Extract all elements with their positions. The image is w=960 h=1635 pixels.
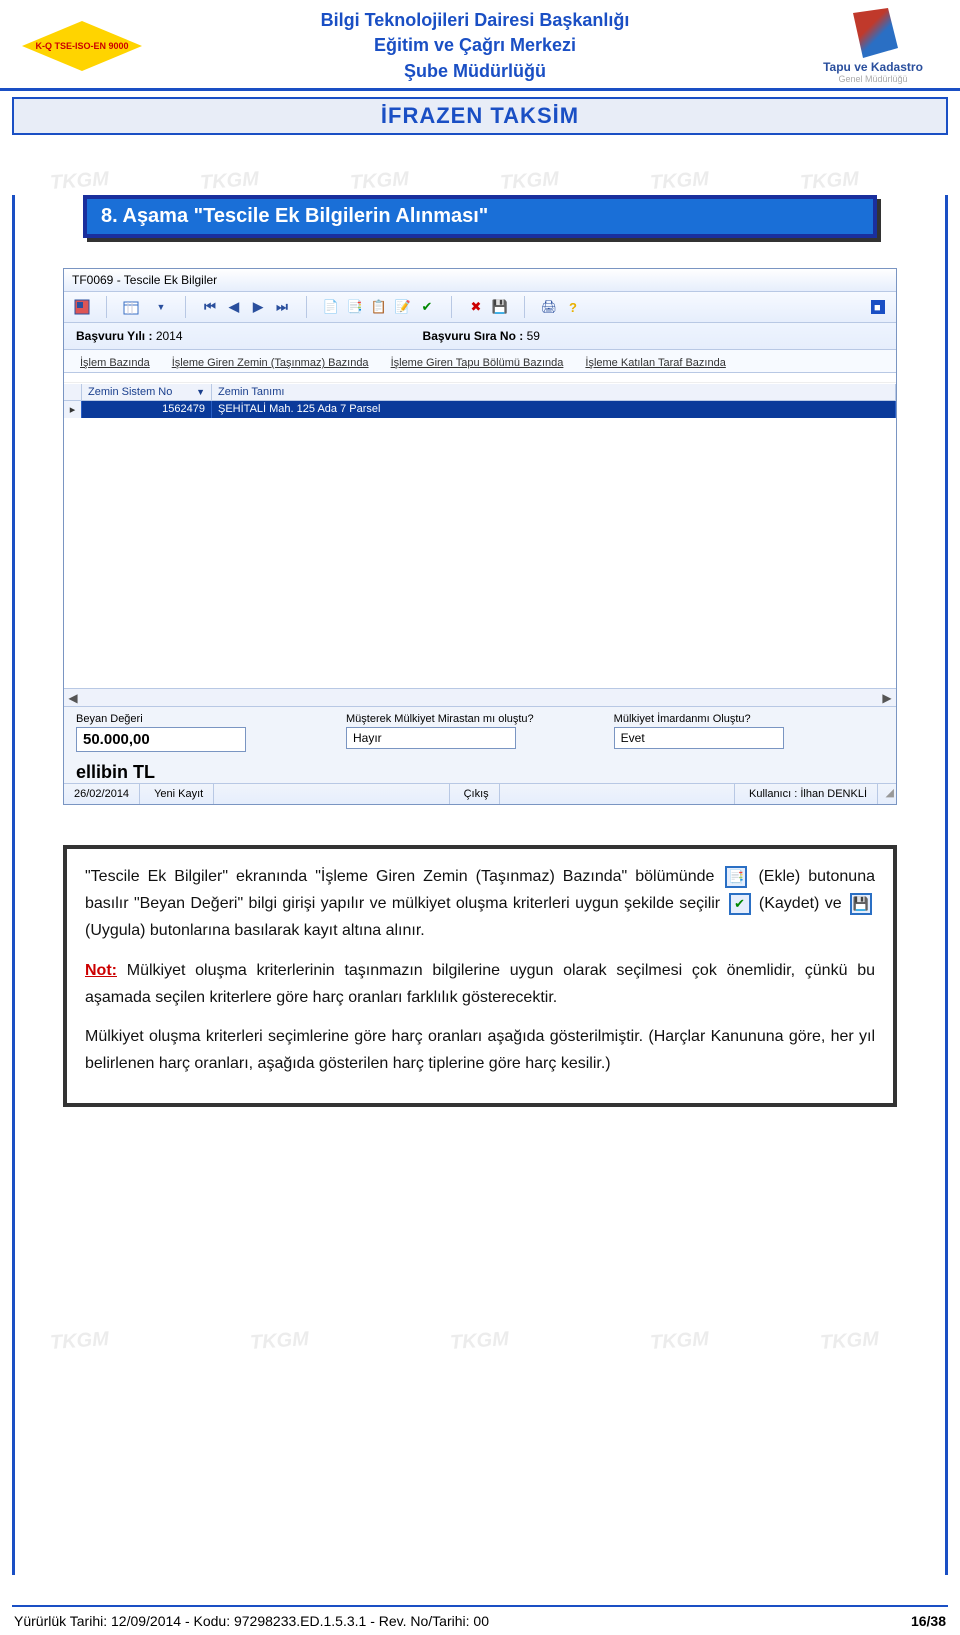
- svg-text:■: ■: [874, 302, 881, 314]
- logo-left: K-Q TSE-ISO-EN 9000: [12, 16, 152, 76]
- sira-value: 59: [527, 329, 540, 343]
- header-line3: Şube Müdürlüğü: [152, 59, 798, 84]
- app-toolbar: ▼ ⏮ ◀ ▶ ⏭ 📄 📑 📋 📝 ✔ ✖ 💾: [64, 292, 896, 323]
- add-icon[interactable]: 📑: [345, 297, 365, 317]
- musterek-label: Müşterek Mülkiyet Mirastan mı oluştu?: [346, 713, 534, 725]
- tab-tapu[interactable]: İşleme Giren Tapu Bölümü Bazında: [385, 354, 570, 372]
- row-indicator-icon: ▸: [64, 401, 82, 418]
- delete-icon[interactable]: ✖: [466, 297, 486, 317]
- status-mode: Yeni Kayıt: [144, 784, 214, 804]
- calendar-icon[interactable]: [121, 297, 141, 317]
- inline-add-icon: 📑: [725, 866, 747, 888]
- copy-icon[interactable]: 📋: [369, 297, 389, 317]
- header-line2: Eğitim ve Çağrı Merkezi: [152, 33, 798, 58]
- header-line1: Bilgi Teknolojileri Dairesi Başkanlığı: [152, 8, 798, 33]
- apply-icon[interactable]: ✔: [417, 297, 437, 317]
- col-sistem-no[interactable]: Zemin Sistem No▼: [82, 384, 212, 400]
- watermark: TKGM: [649, 168, 709, 195]
- help-icon[interactable]: ?: [563, 297, 583, 317]
- instr-p1d: (Uygula) butonlarına basılarak kayıt alt…: [85, 922, 425, 939]
- status-date: 26/02/2014: [64, 784, 140, 804]
- doc-header: K-Q TSE-ISO-EN 9000 Bilgi Teknolojileri …: [0, 0, 960, 91]
- iso-logo: K-Q TSE-ISO-EN 9000: [22, 21, 142, 71]
- app-info-bar: Başvuru Yılı : 2014 Başvuru Sıra No : 59: [64, 323, 896, 350]
- footer: Yürürlük Tarihi: 12/09/2014 - Kodu: 9729…: [12, 1605, 948, 1635]
- beyan-input[interactable]: [76, 727, 246, 752]
- scroll-left-icon[interactable]: ◀: [64, 691, 82, 705]
- app-window-title: TF0069 - Tescile Ek Bilgiler: [64, 269, 896, 292]
- edit-group: 📄 📑 📋 📝 ✔: [321, 297, 437, 317]
- watermark: TKGM: [349, 168, 409, 195]
- watermark: TKGM: [799, 168, 859, 195]
- stage-title: 8. Aşama "Tescile Ek Bilgilerin Alınması…: [83, 195, 877, 238]
- inline-apply-icon: ✔: [729, 893, 751, 915]
- nav-last-icon[interactable]: ⏭: [272, 297, 292, 317]
- instr-p2: Mülkiyet oluşma kriterlerinin taşınmazın…: [85, 962, 875, 1006]
- logo-right-title: Tapu ve Kadastro: [798, 60, 948, 74]
- close-panel-icon[interactable]: ■: [868, 297, 888, 317]
- bottom-fields: Beyan Değeri Müşterek Mülkiyet Mirastan …: [64, 707, 896, 758]
- grid: Zemin Sistem No▼ Zemin Tanımı ▸ 1562479 …: [64, 373, 896, 707]
- instr-p1a: "Tescile Ek Bilgiler" ekranında "İşleme …: [85, 868, 714, 885]
- app-window: TF0069 - Tescile Ek Bilgiler ▼ ⏮ ◀ ▶ ⏭ 📄…: [63, 268, 897, 805]
- yil-value: 2014: [156, 329, 183, 343]
- scroll-right-icon[interactable]: ▶: [878, 691, 896, 705]
- page-number: 16/38: [911, 1613, 946, 1629]
- tab-taraf[interactable]: İşleme Katılan Taraf Bazında: [579, 354, 731, 372]
- sira-label: Başvuru Sıra No :: [423, 329, 524, 343]
- status-exit[interactable]: Çıkış: [454, 784, 500, 804]
- print-icon[interactable]: 🖨: [539, 297, 559, 317]
- h-scrollbar[interactable]: ◀ ▶: [64, 688, 896, 706]
- nav-prev-icon[interactable]: ◀: [224, 297, 244, 317]
- instr-p3: Mülkiyet oluşma kriterleri seçimlerine g…: [85, 1023, 875, 1077]
- nav-next-icon[interactable]: ▶: [248, 297, 268, 317]
- footer-left: Yürürlük Tarihi: 12/09/2014 - Kodu: 9729…: [14, 1613, 489, 1629]
- grid-header: Zemin Sistem No▼ Zemin Tanımı: [64, 383, 896, 401]
- cell-sistem-no: 1562479: [82, 401, 212, 418]
- inline-save-icon: 💾: [850, 893, 872, 915]
- resize-grip-icon[interactable]: ◢: [882, 784, 896, 804]
- instruction-box: "Tescile Ek Bilgiler" ekranında "İşleme …: [63, 845, 897, 1107]
- app-logo-icon: [72, 297, 92, 317]
- note-label: Not:: [85, 962, 117, 979]
- header-center: Bilgi Teknolojileri Dairesi Başkanlığı E…: [152, 8, 798, 84]
- cell-tanim: ŞEHİTALİ Mah. 125 Ada 7 Parsel: [212, 401, 896, 418]
- doc-title: İFRAZEN TAKSİM: [12, 97, 948, 135]
- dropdown-icon[interactable]: ▼: [151, 297, 171, 317]
- watermark: TKGM: [199, 168, 259, 195]
- new-icon[interactable]: 📄: [321, 297, 341, 317]
- logo-right: Tapu ve Kadastro Genel Müdürlüğü: [798, 8, 948, 84]
- status-bar: 26/02/2014 Yeni Kayıt Çıkış Kullanıcı : …: [64, 783, 896, 804]
- imar-input[interactable]: [614, 727, 784, 749]
- logo-right-sub: Genel Müdürlüğü: [798, 74, 948, 84]
- edit-icon[interactable]: 📝: [393, 297, 413, 317]
- save-icon[interactable]: 💾: [490, 297, 510, 317]
- sort-icon[interactable]: ▼: [196, 387, 205, 397]
- tab-islem[interactable]: İşlem Bazında: [74, 354, 156, 372]
- tab-zemin[interactable]: İşleme Giren Zemin (Taşınmaz) Bazında: [166, 354, 375, 372]
- beyan-label: Beyan Değeri: [76, 713, 246, 725]
- table-row[interactable]: ▸ 1562479 ŞEHİTALİ Mah. 125 Ada 7 Parsel: [64, 401, 896, 418]
- instr-p1c: (Kaydet) ve: [759, 895, 842, 912]
- watermark: TKGM: [49, 168, 109, 195]
- col-tanim[interactable]: Zemin Tanımı: [212, 384, 896, 400]
- nav-group: ⏮ ◀ ▶ ⏭: [200, 297, 292, 317]
- beyan-text: ellibin TL: [64, 762, 896, 783]
- tk-logo-icon: [848, 8, 898, 58]
- tabs: İşlem Bazında İşleme Giren Zemin (Taşınm…: [64, 350, 896, 373]
- yil-label: Başvuru Yılı :: [76, 329, 152, 343]
- watermark: TKGM: [499, 168, 559, 195]
- status-user: Kullanıcı : İlhan DENKLİ: [739, 784, 878, 804]
- musterek-input[interactable]: [346, 727, 516, 749]
- imar-label: Mülkiyet İmardanmı Oluştu?: [614, 713, 784, 725]
- nav-first-icon[interactable]: ⏮: [200, 297, 220, 317]
